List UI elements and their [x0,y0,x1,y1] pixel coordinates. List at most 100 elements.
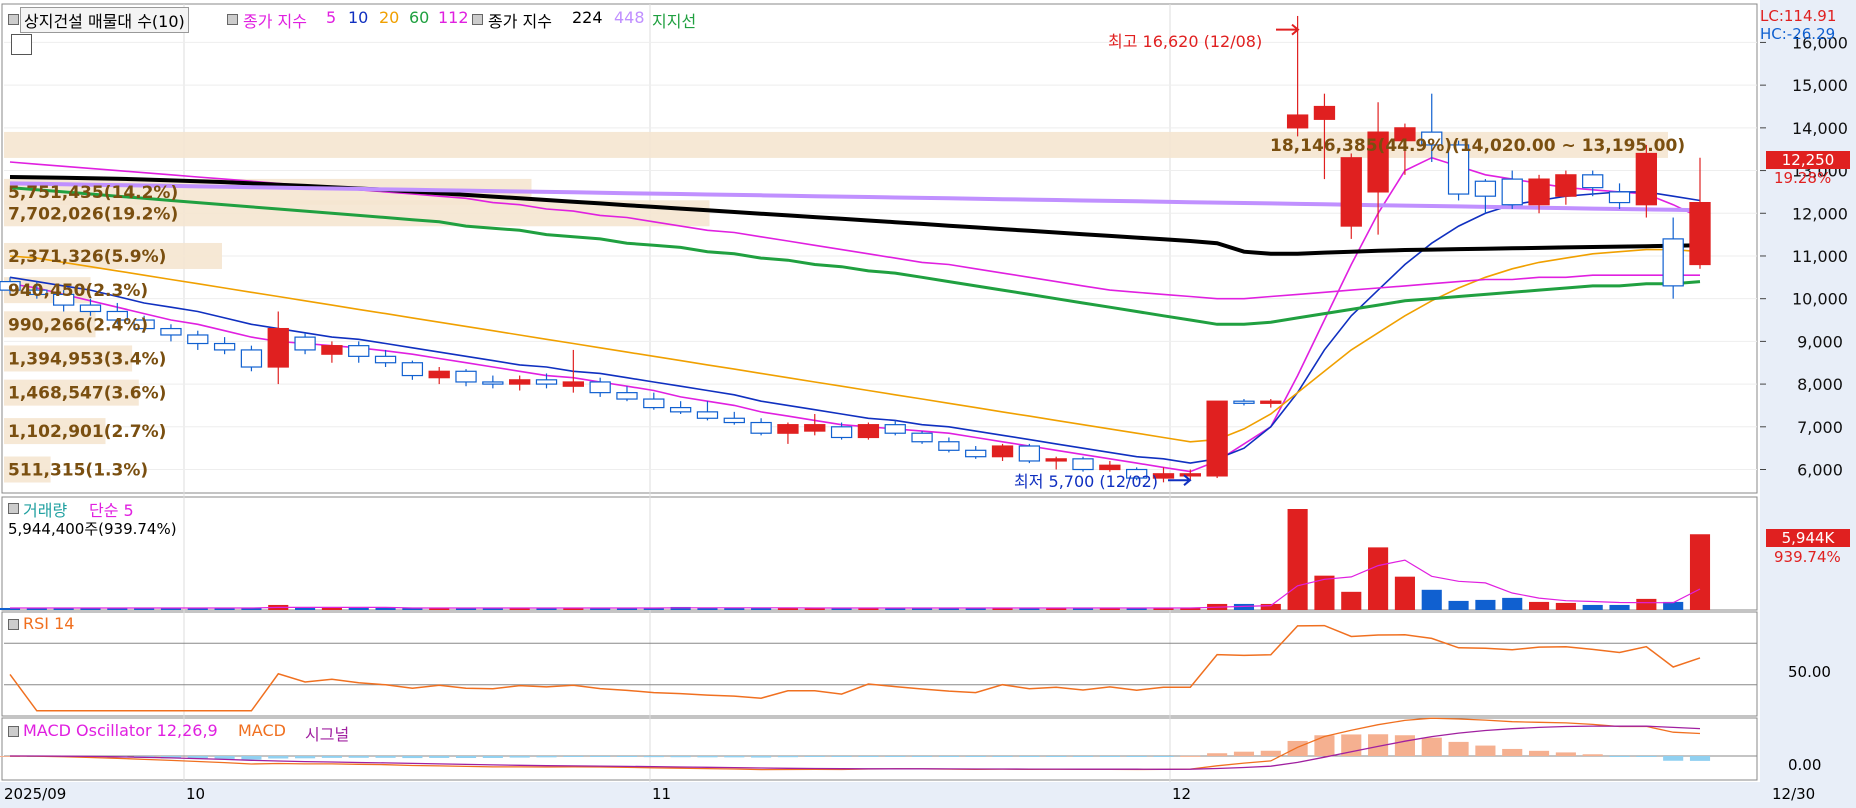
candle-body [643,398,665,409]
candle-body [1045,458,1067,462]
candle-body [965,449,987,458]
candle-body [723,417,745,424]
macd-histogram-bar [1582,754,1603,756]
macd-histogram-bar [375,756,396,758]
macd-histogram-bar [912,756,933,757]
candle-body [321,345,343,355]
macd-histogram-bar [1502,748,1523,756]
macd-histogram-bar [1287,740,1308,756]
candle-body [669,406,692,413]
x-tick-label: 12/30 [1772,785,1816,803]
volume-profile-label: 2,371,326(5.9%) [8,247,166,267]
macd-histogram-bar [1233,751,1255,756]
macd-histogram-bar [724,756,745,758]
volume-bar [1368,547,1389,610]
y-tick-label: 11,000 [1792,247,1848,266]
x-tick-label: 2025/09 [4,785,67,803]
macd-histogram-bar [1689,756,1711,761]
y-tick-label: 7,000 [1797,418,1843,437]
macd-osc-title: MACD Oscillator 12,26,9 [23,721,218,740]
candle-body [911,432,933,443]
macd-histogram-bar [777,756,798,758]
candle-body [1179,473,1201,477]
candle-body [1582,174,1604,189]
candle-body [267,327,289,368]
macd-histogram-bar [1528,750,1550,756]
candle-body [1635,152,1658,206]
volume-bar [1475,599,1496,610]
ma-224-label: 224 [572,8,603,27]
candle-body [1233,400,1255,404]
volume-bar [1555,602,1576,610]
y-tick-label: 14,000 [1792,119,1848,138]
candle-body [857,424,880,439]
volume-bar [321,607,342,610]
volume-bar [1260,603,1281,610]
macd-histogram-bar [429,756,450,758]
macd-histogram-bar [321,756,342,758]
macd-histogram-bar [482,756,503,758]
macd-histogram-bar [1609,756,1630,757]
candle-body [1528,178,1550,206]
candle-body [938,441,960,451]
close-index-label: 종가 지수 [243,12,307,31]
volume-bar [1636,598,1657,610]
candle-body [589,381,611,394]
macd-histogram-bar [1394,735,1415,756]
x-tick-label: 11 [652,785,672,803]
candle-body [240,349,263,368]
macd-histogram-bar [402,756,423,759]
volume-profile-label: 1,102,901(2.7%) [8,422,166,442]
candle-body [1286,114,1309,129]
candle-body [374,355,397,364]
macd-title: MACD [238,721,286,740]
candle-body [213,342,236,351]
candle-body [884,424,906,434]
candle-body [562,381,584,387]
macd-histogram-bar [1019,756,1040,757]
x-axis-band [0,782,1856,808]
macd-histogram-bar [1153,756,1174,757]
volume-change-label: 939.74% [1774,548,1841,566]
stock-panel-icon [8,14,19,25]
high-price-label: 최고 16,620 (12/08) [1108,32,1263,51]
macd-histogram-bar [1207,753,1228,756]
candle-body [1662,238,1684,287]
rsi-panel-icon [8,619,19,630]
volume-bar [348,607,369,610]
macd-histogram-bar [1663,756,1684,761]
macd-histogram-bar [1448,741,1469,756]
stock-label[interactable]: 상지건설 매물대 수(10) [20,7,189,33]
macd-histogram-bar [1072,756,1094,757]
macd-histogram-bar [965,756,986,757]
macd-histogram-bar [536,756,557,758]
macd-histogram-bar [1314,735,1335,756]
volume-bar [1394,576,1415,610]
volume-bar [1689,534,1711,610]
candle-body [696,411,719,419]
volume-profile-label: 1,468,547(3.6%) [8,384,166,404]
y-tick-label: 6,000 [1797,461,1843,480]
candle-body [1555,174,1577,197]
grid-view-icon[interactable] [11,34,32,55]
volume-bar [1528,601,1550,610]
candle-body [160,327,182,336]
macd-histogram-bar [1475,745,1496,756]
macd-histogram-bar [1636,756,1657,757]
ma-5-label: 5 [326,8,337,27]
candle-body [1689,201,1711,266]
macd-histogram-bar [1555,752,1576,756]
volume-bar [1287,509,1308,610]
candle-body [804,424,826,432]
macd-histogram-bar [751,756,772,758]
candle-body [428,370,450,379]
macd-panel-icon [8,726,19,737]
macd-histogram-bar [455,756,477,759]
volume-bar [1609,604,1630,610]
volume-current-badge: 5,944K [1766,529,1850,547]
volume-bar [295,607,316,610]
ma-10-label: 10 [348,8,369,27]
volume-bar [1502,597,1523,610]
macd-histogram-bar [1180,755,1201,757]
macd-histogram-bar [831,756,852,757]
